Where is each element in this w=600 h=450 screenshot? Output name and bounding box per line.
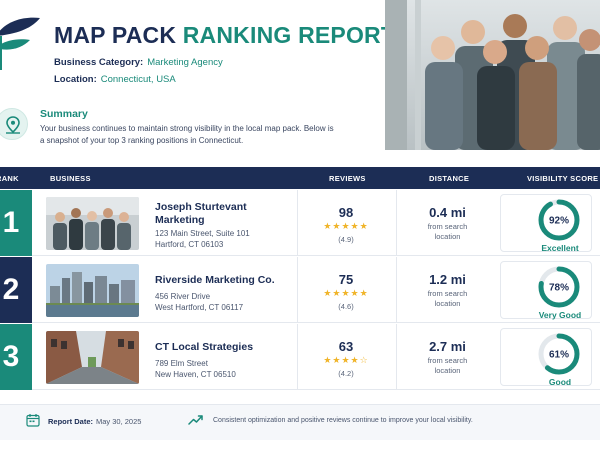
visibility-gauge: 92% <box>538 199 580 241</box>
brand-logo-icon <box>0 17 40 70</box>
address-line-1: 123 Main Street, Suite 101 <box>155 229 250 238</box>
rank-cell: 1 <box>0 190 32 256</box>
column-divider <box>396 324 397 390</box>
report-title: MAP PACK RANKING REPORT <box>54 22 395 49</box>
rating-average: (4.2) <box>338 369 354 378</box>
review-count: 98 <box>338 205 354 220</box>
star-rating-icon: ★★★★☆ <box>323 355 369 365</box>
table-row[interactable]: 1 Joseph Sturtevant Marketing 123 Main S… <box>0 190 600 256</box>
rating-average: (4.6) <box>338 302 354 311</box>
score-text: 92% <box>549 216 569 227</box>
header-distance: DISTANCE <box>429 174 470 183</box>
title-part-1: MAP PACK <box>54 22 177 48</box>
calendar-icon <box>26 414 40 427</box>
score-label: Excellent <box>541 243 579 253</box>
header-visibility-score: VISIBILITY SCORE <box>527 174 599 183</box>
business-category: Business Category: Marketing Agency <box>54 57 223 68</box>
star-rating-icon: ★★★★★ <box>323 288 369 298</box>
star-rating-icon: ★★★★★ <box>323 221 369 231</box>
category-value: Marketing Agency <box>147 57 223 68</box>
address-line-2: New Haven, CT 06510 <box>155 370 236 379</box>
location: Location: Connecticut, USA <box>54 74 176 85</box>
score-text: 78% <box>549 283 569 294</box>
summary-title: Summary <box>40 108 88 120</box>
report-date-value: May 30, 2025 <box>96 417 142 426</box>
team-photo <box>385 0 600 150</box>
category-label: Business Category: <box>54 57 144 68</box>
distance-note: from search location <box>427 356 468 375</box>
column-divider <box>396 257 397 323</box>
location-label: Location: <box>54 74 97 85</box>
business-name[interactable]: CT Local Strategies <box>155 341 290 354</box>
visibility-gauge: 61% <box>538 333 580 375</box>
distance-note: from search location <box>427 222 468 241</box>
business-photo <box>46 197 139 250</box>
location-value: Connecticut, USA <box>100 74 176 85</box>
distance-value: 2.7 mi <box>429 339 466 354</box>
business-name[interactable]: Joseph Sturtevant Marketing <box>155 201 290 227</box>
address-line-2: Hartford, CT 06103 <box>155 240 224 249</box>
review-count: 75 <box>338 272 354 287</box>
score-label: Very Good <box>538 310 582 320</box>
rank-cell: 3 <box>0 324 32 390</box>
address-line-2: West Hartford, CT 06117 <box>155 303 244 312</box>
map-pin-icon <box>0 108 28 140</box>
footer-note: Consistent optimization and positive rev… <box>213 417 473 424</box>
table-header: RANK BUSINESS REVIEWS DISTANCE VISIBILIT… <box>0 167 600 189</box>
column-divider <box>297 324 298 390</box>
visibility-gauge: 78% <box>538 266 580 308</box>
distance-value: 0.4 mi <box>429 205 466 220</box>
header-rank: RANK <box>0 174 19 183</box>
rating-average: (4.9) <box>338 235 354 244</box>
column-divider <box>297 257 298 323</box>
address-line-1: 789 Elm Street <box>155 359 208 368</box>
table-row[interactable]: 2 Riverside Marketing Co. 456 River Driv… <box>0 257 600 323</box>
score-label: Good <box>548 377 572 387</box>
header-reviews: REVIEWS <box>329 174 366 183</box>
business-name[interactable]: Riverside Marketing Co. <box>155 274 290 287</box>
trend-up-icon <box>188 415 203 425</box>
score-text: 61% <box>549 350 569 361</box>
report-date-label: Report Date: <box>48 417 94 426</box>
header-business: BUSINESS <box>50 174 91 183</box>
rank-cell: 2 <box>0 257 32 323</box>
business-photo <box>46 264 139 317</box>
distance-value: 1.2 mi <box>429 272 466 287</box>
column-divider <box>396 190 397 256</box>
column-divider <box>297 190 298 256</box>
review-count: 63 <box>338 339 354 354</box>
address-line-1: 456 River Drive <box>155 292 211 301</box>
business-photo <box>46 331 139 384</box>
title-part-2: RANKING REPORT <box>182 22 396 48</box>
table-row[interactable]: 3 CT Local Strategies 789 Elm Street New… <box>0 324 600 390</box>
distance-note: from search location <box>427 289 468 308</box>
summary-text: Your business continues to maintain stro… <box>40 124 334 145</box>
